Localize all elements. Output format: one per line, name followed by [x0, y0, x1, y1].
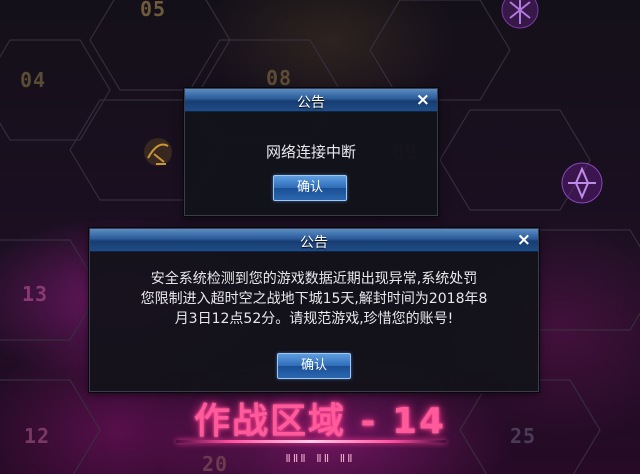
ban-notice-dialog: 公告 × 安全系统检测到您的游戏数据近期出现异常,系统处罚 您限制进入超时空之战…	[89, 228, 539, 392]
network-dialog-titlebar[interactable]: 公告 ×	[185, 89, 437, 112]
hex-number: 04	[20, 68, 46, 92]
ban-message-line: 安全系统检测到您的游戏数据近期出现异常,系统处罚	[150, 271, 478, 287]
ban-confirm-button[interactable]: 确认	[277, 353, 351, 379]
zone-title-underline	[176, 440, 446, 443]
ban-dialog-message: 安全系统检测到您的游戏数据近期出现异常,系统处罚 您限制进入超时空之战地下城15…	[100, 269, 528, 329]
ban-dialog-titlebar[interactable]: 公告 ×	[90, 229, 538, 252]
zone-subtitle: ⅡⅡⅡ ⅡⅡ ⅡⅡ	[285, 452, 355, 465]
network-confirm-button[interactable]: 确认	[273, 175, 347, 201]
ban-message-line: 您限制进入超时空之战地下城15天,解封时间为2018年8	[140, 291, 488, 307]
hex-number-label: 05	[140, 0, 167, 21]
hex-cell	[0, 39, 111, 141]
hex-number-label: 04	[20, 68, 47, 92]
game-screen: 05 04 08 09 13 12 20 25 作战区域 - 14 ⅡⅡⅡ ⅡⅡ…	[0, 0, 640, 474]
network-dialog-title: 公告	[297, 95, 325, 111]
radar-dish-icon	[144, 138, 172, 166]
close-icon[interactable]: ×	[517, 230, 531, 250]
hex-cell	[0, 239, 101, 341]
close-icon[interactable]: ×	[416, 90, 430, 110]
rune-icon-right	[561, 162, 603, 204]
hex-cell	[369, 0, 511, 101]
hex-number: 13	[22, 282, 48, 306]
hex-number: 05	[140, 0, 166, 21]
hex-number: 08	[266, 66, 292, 90]
rune-icon-topright	[501, 0, 539, 29]
zone-title: 作战区域 - 14	[193, 401, 447, 442]
hex-number-label: 08	[266, 66, 293, 90]
network-dialog: 公告 × 网络连接中断 确认	[184, 88, 438, 216]
hex-number-label: 13	[22, 282, 49, 306]
network-dialog-message: 网络连接中断	[265, 143, 356, 161]
ban-dialog-title: 公告	[300, 235, 328, 251]
ban-message-line: 月3日12点52分。请规范游戏,珍惜您的账号!	[174, 311, 454, 327]
